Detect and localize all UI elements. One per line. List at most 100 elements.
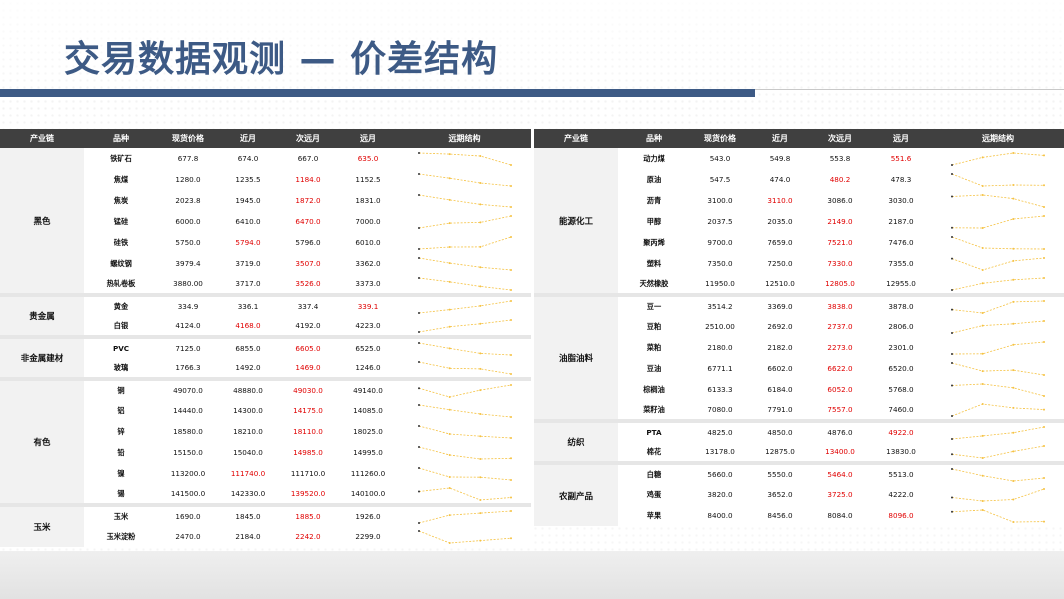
sparkline-point [448, 366, 451, 369]
sparkline-point [1012, 151, 1015, 154]
spot-price-cell: 543.0 [709, 154, 731, 163]
forward-curve-sparkline [398, 232, 531, 253]
near-price-cell: 549.8 [769, 154, 791, 163]
column-header: 远期结构 [398, 129, 531, 148]
sparkline-point [417, 311, 420, 314]
sparkline-point [509, 318, 512, 321]
sparkline-path [418, 404, 511, 417]
commodity-name: 豆油 [646, 363, 662, 373]
sparkline-point [478, 388, 481, 391]
mid-price-cell: 3838.0 [810, 293, 870, 316]
sparkline-path [951, 403, 1045, 416]
sparkline-point [509, 214, 512, 217]
industry-chain-label: 农副产品 [534, 461, 618, 526]
far-price-cell: 7000.0 [355, 217, 381, 226]
sparkline-point [478, 539, 481, 542]
forward-curve-sparkline [398, 274, 531, 295]
sparkline-point [1012, 498, 1015, 500]
far-price-cell: 13830.0 [886, 447, 916, 456]
sparkline-point [478, 511, 481, 514]
near-price-cell: 48880.0 [218, 377, 278, 400]
commodity-name: 镍 [117, 468, 125, 478]
near-price-cell: 3717.0 [235, 279, 261, 288]
sparkline-path [418, 152, 511, 165]
sparkline-path [418, 257, 511, 270]
sparkline-point [1012, 197, 1015, 200]
spot-price-cell: 5660.0 [690, 461, 750, 484]
sparkline-point [951, 308, 953, 311]
commodity-name: 白银 [113, 320, 129, 330]
mid-price-cell: 553.8 [829, 154, 851, 163]
far-price-cell: 339.1 [338, 293, 398, 316]
near-price-cell: 1235.5 [235, 175, 261, 184]
sparkline-point [417, 445, 420, 448]
spot-price-cell: 11950.0 [705, 279, 735, 288]
sparkline-path [418, 384, 511, 397]
sparkline-point [1012, 479, 1015, 482]
commodity-name: 铁矿石 [110, 153, 132, 163]
page-title: 交易数据观测 — 价差结构 [64, 39, 499, 80]
sparkline-point [417, 276, 420, 279]
far-price-cell: 3362.0 [355, 259, 381, 268]
commodity-name: 螺纹钢 [110, 258, 132, 268]
spot-price-cell: 1280.0 [175, 175, 201, 184]
sparkline-point [1043, 247, 1045, 250]
mid-price-cell: 1184.0 [295, 175, 321, 184]
sparkline-point [478, 351, 481, 354]
forward-curve-sparkline [398, 169, 531, 190]
far-price-cell: 635.0 [357, 154, 379, 163]
spot-price-cell: 8400.0 [707, 511, 733, 520]
sparkline-point [981, 324, 984, 327]
sparkline-point [417, 330, 420, 333]
forward-curve-sparkline [932, 148, 1064, 169]
mid-price-cell: 5796.0 [295, 238, 321, 247]
mid-price-cell: 6605.0 [278, 335, 338, 358]
sparkline-point [448, 325, 451, 328]
industry-chain-label: 玉米 [0, 503, 84, 547]
sparkline-point [951, 437, 953, 440]
sparkline-path [951, 277, 1045, 290]
sparkline-path [951, 300, 1045, 313]
commodity-name: 天然橡胶 [639, 278, 669, 288]
sparkline-point [448, 541, 451, 544]
left-table-header: 产业链 品种 现货价格 近月 次远月 远月 远期结构 [0, 129, 531, 148]
sparkline-point [1012, 259, 1015, 262]
sparkline-point [478, 265, 481, 268]
far-price-cell: 6010.0 [355, 238, 381, 247]
mid-price-cell: 6052.0 [827, 385, 853, 394]
sparkline-point [951, 163, 953, 166]
sparkline-point [478, 202, 481, 205]
column-header: 现货价格 [158, 129, 218, 148]
mid-price-cell: 1469.0 [295, 363, 321, 372]
spot-price-cell: 3979.4 [175, 259, 201, 268]
forward-curve-sparkline [398, 526, 531, 547]
commodity-name: 菜籽油 [643, 404, 665, 414]
sparkline-path [418, 467, 511, 480]
column-header: 次远月 [810, 129, 870, 148]
sparkline-point [981, 268, 984, 271]
far-price-cell: 3030.0 [888, 196, 914, 205]
far-price-cell: 140100.0 [350, 489, 386, 498]
commodity-name: 铅 [117, 447, 125, 457]
column-header: 现货价格 [690, 129, 750, 148]
spot-price-cell: 677.8 [177, 154, 199, 163]
mid-price-cell: 7521.0 [827, 238, 853, 247]
mid-price-cell: 5464.0 [810, 461, 870, 484]
sparkline-path [418, 277, 511, 290]
sparkline-path [418, 487, 511, 500]
sparkline-point [417, 226, 420, 229]
forward-curve-sparkline [932, 419, 1064, 442]
sparkline-point [981, 434, 984, 437]
sparkline-point [448, 152, 451, 155]
spot-price-cell: 1766.3 [175, 363, 201, 372]
far-price-cell: 3878.0 [870, 293, 932, 316]
industry-chain-label: 纺织 [534, 419, 618, 463]
sparkline-point [1043, 476, 1045, 479]
sparkline-point [448, 395, 451, 398]
mid-price-cell: 3086.0 [827, 196, 853, 205]
near-price-cell: 4850.0 [750, 419, 810, 442]
sparkline-point [981, 474, 984, 477]
forward-curve-sparkline [932, 190, 1064, 211]
spot-price-cell: 6000.0 [175, 217, 201, 226]
mid-price-cell: 18110.0 [293, 427, 323, 436]
